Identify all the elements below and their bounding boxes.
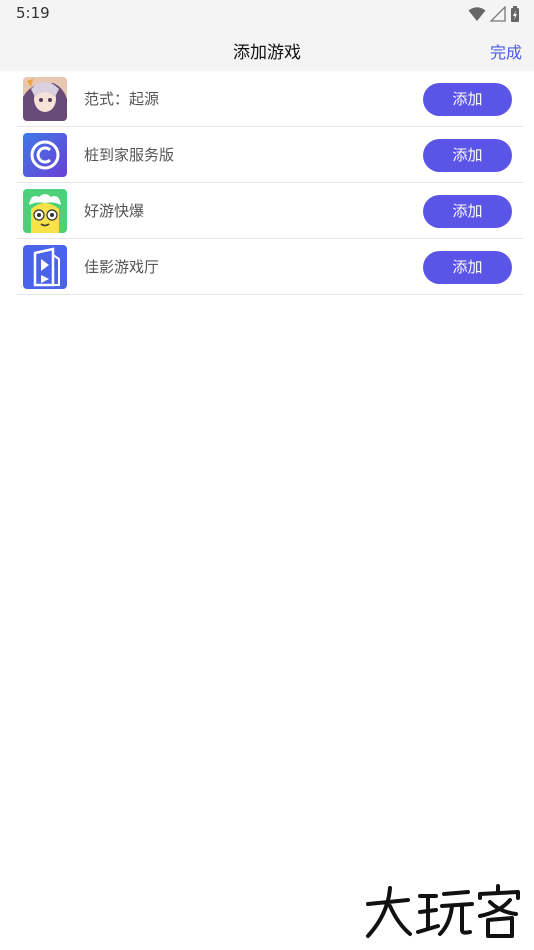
anime-character-icon <box>23 77 67 121</box>
done-button[interactable]: 完成 <box>490 39 522 63</box>
c-logo-icon <box>23 133 67 177</box>
status-bar: 5:19 <box>0 0 534 28</box>
status-icons <box>468 5 520 23</box>
game-name: 好游快爆 <box>84 202 145 220</box>
signal-icon <box>490 6 506 22</box>
game-name: 范式：起源 <box>84 90 160 108</box>
game-name: 桩到家服务版 <box>84 146 175 164</box>
add-button[interactable]: 添加 <box>423 83 512 116</box>
building-logo-icon <box>23 245 67 289</box>
add-button[interactable]: 添加 <box>423 251 512 284</box>
add-button[interactable]: 添加 <box>423 139 512 172</box>
wifi-icon <box>468 7 486 21</box>
game-list: 范式：起源 添加 桩到家服务版 添加 好游快爆 添加 佳影游戏厅 添加 <box>17 71 523 295</box>
battery-charging-icon <box>511 5 519 22</box>
list-item: 范式：起源 添加 <box>17 71 523 127</box>
page-title: 添加游戏 <box>233 43 301 63</box>
nav-bar: 添加游戏 完成 <box>0 28 534 71</box>
add-button[interactable]: 添加 <box>423 195 512 228</box>
list-item: 好游快爆 添加 <box>17 183 523 239</box>
cartoon-face-icon <box>23 189 67 233</box>
status-time: 5:19 <box>16 4 50 22</box>
watermark-logo <box>364 884 524 940</box>
list-item: 佳影游戏厅 添加 <box>17 239 523 295</box>
list-item: 桩到家服务版 添加 <box>17 127 523 183</box>
game-name: 佳影游戏厅 <box>84 258 160 276</box>
